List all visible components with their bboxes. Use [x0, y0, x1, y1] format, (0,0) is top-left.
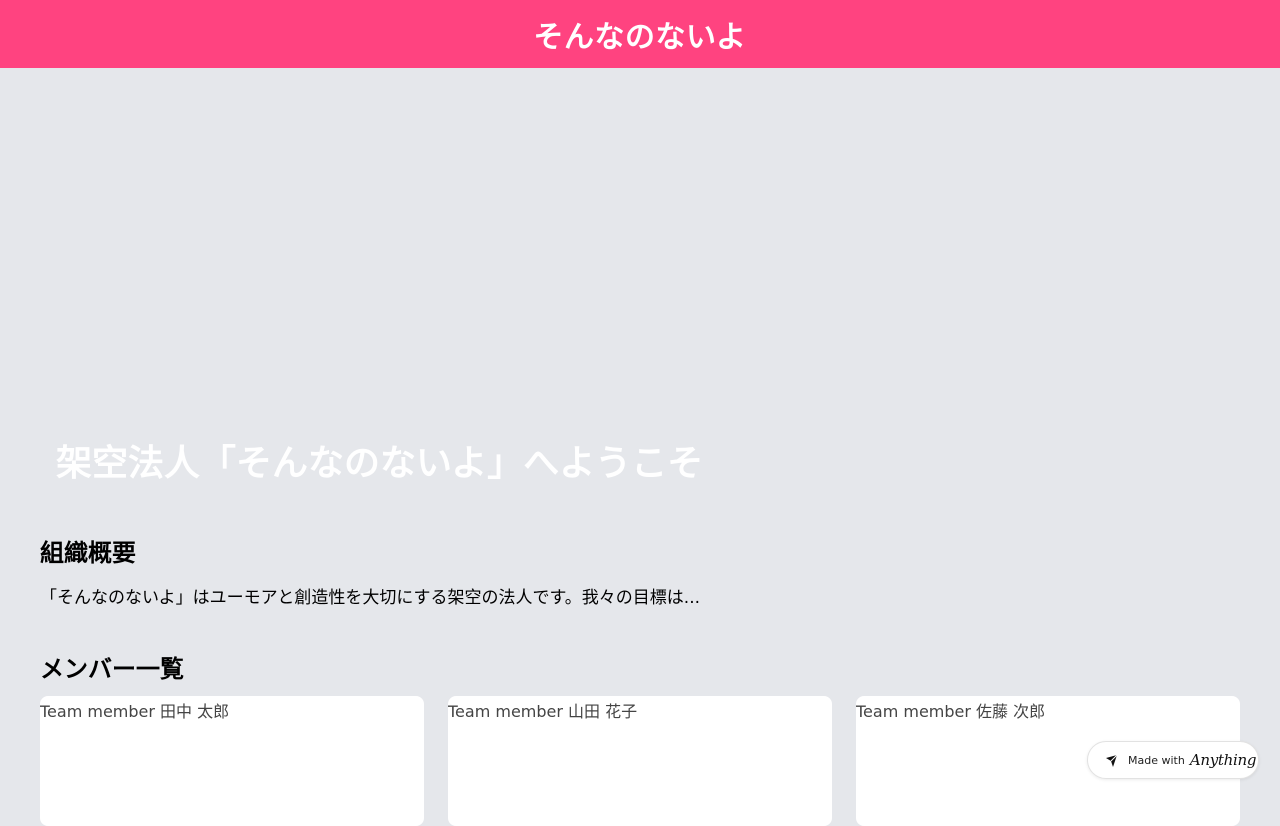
member-image: Team member 山田 花子	[448, 698, 637, 722]
member-image-alt: Team member 山田 花子	[448, 702, 638, 721]
about-text: 「そんなのないよ」はユーモアと創造性を大切にする架空の法人です。我々の目標は..…	[40, 588, 700, 608]
anything-logo-icon	[1105, 753, 1119, 767]
member-card: Team member 山田 花子	[448, 696, 832, 826]
site-header: そんなのないよ	[0, 0, 1280, 68]
site-title: そんなのないよ	[533, 20, 747, 55]
made-with-label: Made with	[1128, 753, 1185, 767]
made-with-anything-badge[interactable]: Made with Anything	[1087, 741, 1259, 779]
members-heading: メンバー一覧	[40, 655, 184, 683]
member-image-alt: Team member 田中 太郎	[40, 702, 230, 721]
about-heading: 組織概要	[40, 539, 136, 567]
hero-title: 架空法人「そんなのないよ」へようこそ	[56, 443, 704, 484]
member-image: Team member 田中 太郎	[40, 698, 229, 722]
anything-brand: Anything	[1189, 751, 1257, 769]
hero-section: 架空法人「そんなのないよ」へようこそ	[0, 68, 1280, 500]
member-image: Team member 佐藤 次郎	[856, 698, 1045, 722]
member-card: Team member 田中 太郎	[40, 696, 424, 826]
member-image-alt: Team member 佐藤 次郎	[856, 702, 1046, 721]
